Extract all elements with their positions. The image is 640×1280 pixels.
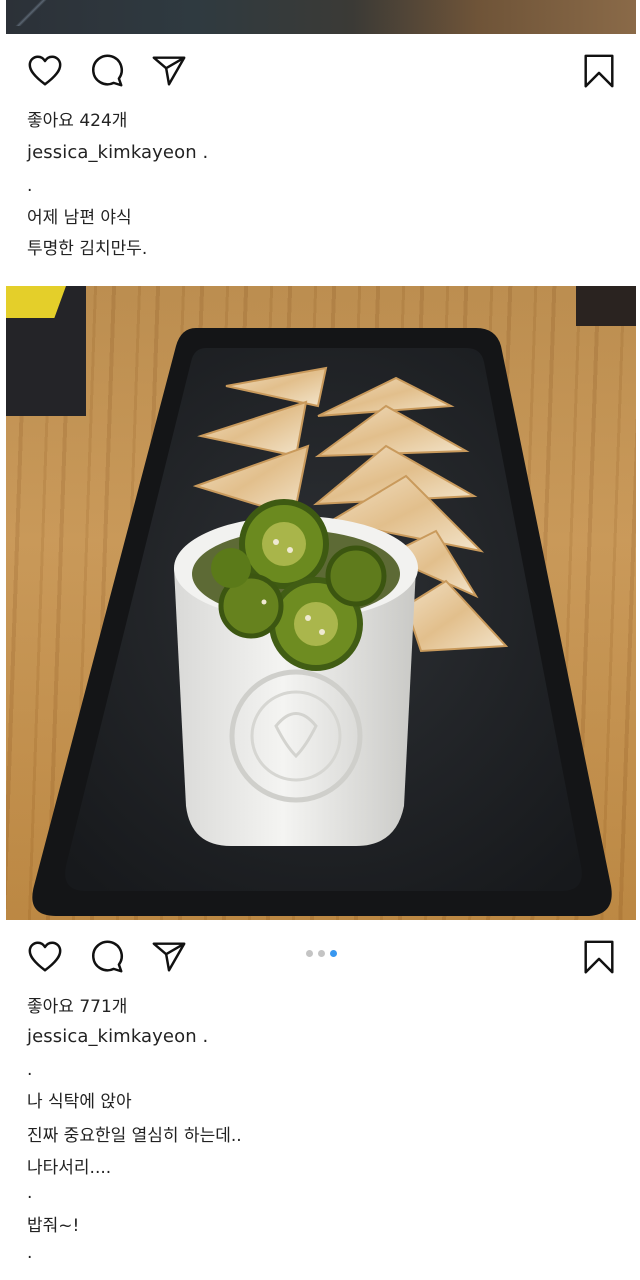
post2-caption-line: 나 식탁에 앉아 — [27, 1092, 132, 1112]
post2-username[interactable]: jessica_kimkayeon . — [27, 1026, 208, 1047]
post2-caption-line: . — [27, 1243, 33, 1263]
carousel-indicator — [306, 950, 342, 958]
send-icon[interactable] — [150, 52, 188, 90]
post-photo-dumplings[interactable] — [6, 286, 636, 920]
heart-icon[interactable] — [26, 938, 64, 976]
carousel-dot — [306, 950, 313, 957]
previous-post-photo — [6, 0, 636, 34]
comment-icon[interactable] — [88, 938, 126, 976]
post2-caption-line: 나타서리.... — [27, 1158, 112, 1178]
post1-username[interactable]: jessica_kimkayeon . — [27, 142, 208, 163]
carousel-dot — [318, 950, 325, 957]
comment-icon[interactable] — [88, 52, 126, 90]
post1-likes-count[interactable]: 좋아요 424개 — [27, 106, 127, 131]
post2-caption-line: 진짜 중요한일 열심히 하는데.. — [27, 1126, 242, 1146]
post2-caption-line: . — [27, 1183, 33, 1203]
heart-icon[interactable] — [26, 52, 64, 90]
send-icon[interactable] — [150, 938, 188, 976]
post1-caption-line: 어제 남편 야식 — [27, 208, 132, 228]
bookmark-icon[interactable] — [580, 938, 618, 976]
post2-likes-count[interactable]: 좋아요 771개 — [27, 992, 127, 1017]
post1-action-bar — [0, 40, 640, 96]
bookmark-icon[interactable] — [580, 52, 618, 90]
post2-caption-line: 밥줘~! — [27, 1216, 80, 1236]
post2-caption-line: . — [27, 1060, 33, 1080]
post1-caption-line: 투명한 김치만두. — [27, 239, 148, 259]
post1-caption-line: . — [27, 176, 33, 196]
carousel-dot-active — [330, 950, 337, 957]
